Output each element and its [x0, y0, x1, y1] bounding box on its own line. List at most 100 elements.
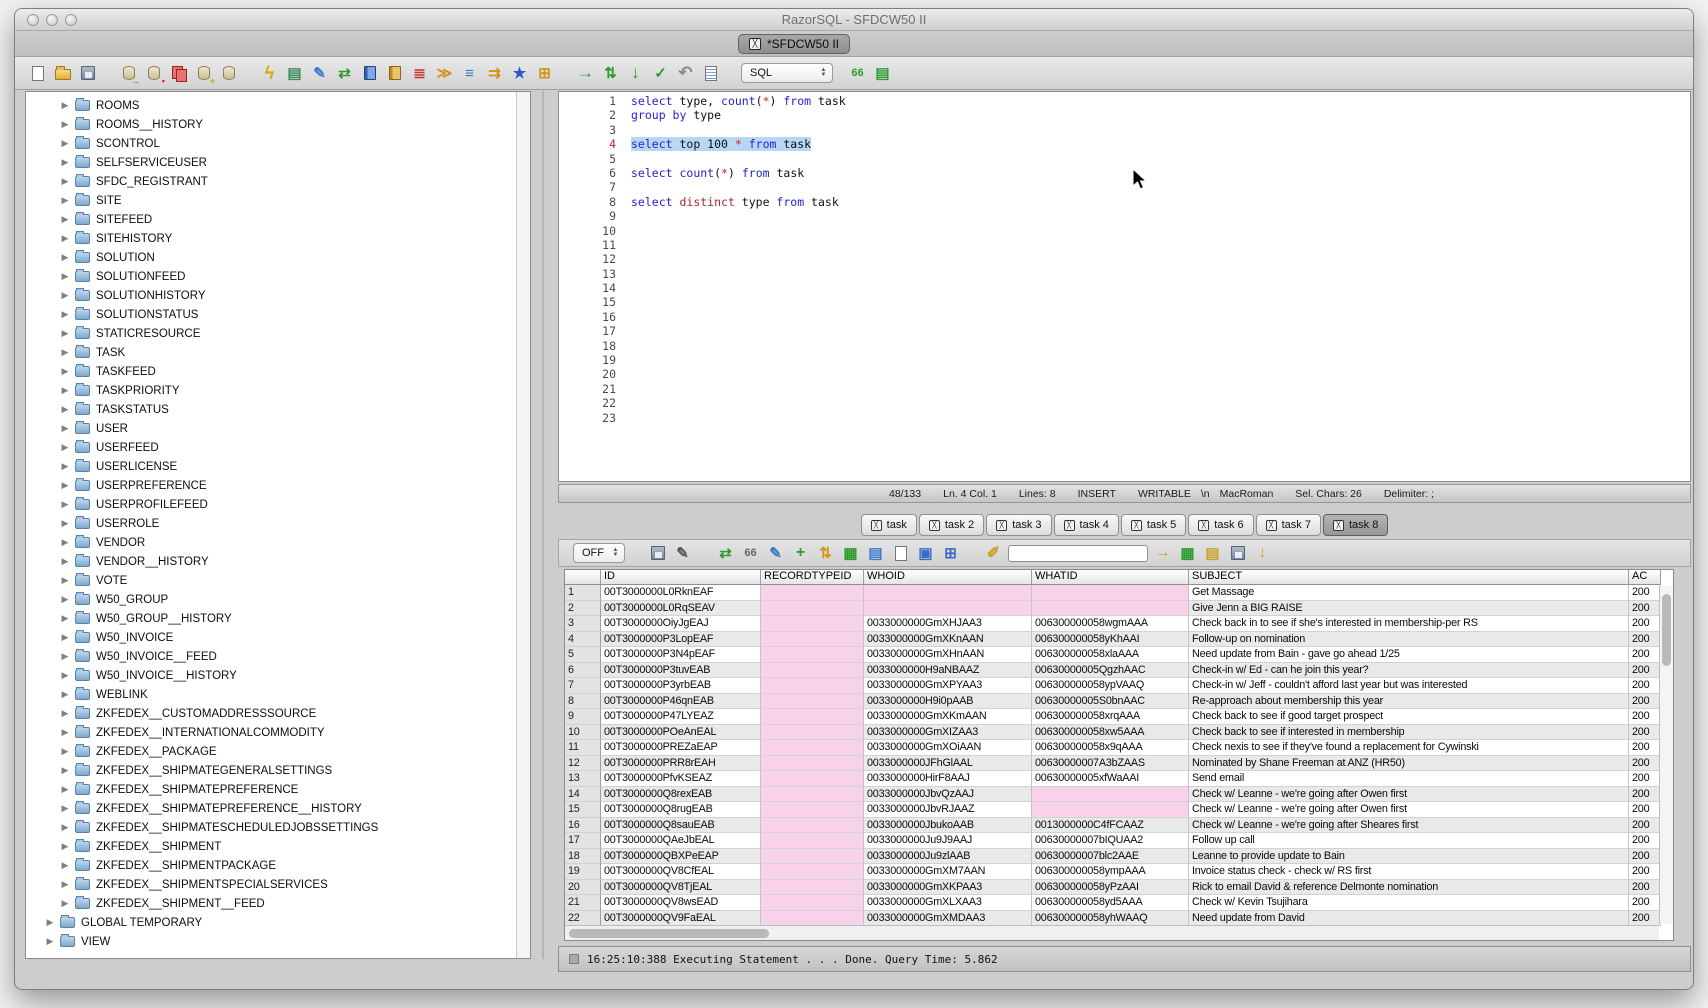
cell-whatid[interactable]: 00630000005xfWaAAI: [1032, 771, 1189, 787]
table-row[interactable]: 1400T3000000Q8rexEAB0033000000JbvQzAAJCh…: [565, 787, 1673, 803]
cell-ac[interactable]: 200: [1629, 709, 1661, 725]
cell-subject[interactable]: Check back in to see if she's interested…: [1189, 616, 1629, 632]
view-record-icon[interactable]: [890, 543, 911, 564]
cell-whatid[interactable]: 006300000058ympAAA: [1032, 864, 1189, 880]
cell-ac[interactable]: 200: [1629, 663, 1661, 679]
commit-icon[interactable]: ✓: [650, 63, 671, 84]
row-list-icon[interactable]: ≣: [409, 63, 430, 84]
import-rows-icon[interactable]: ▦: [1177, 543, 1198, 564]
cell-recordtypeid[interactable]: [761, 740, 864, 756]
cell-whatid[interactable]: 006300000058yd5AAA: [1032, 895, 1189, 911]
cell-subject[interactable]: Check-in w/ Ed - can he join this year?: [1189, 663, 1629, 679]
cell-recordtypeid[interactable]: [761, 585, 864, 601]
cell-whatid[interactable]: 006300000058x9qAAA: [1032, 740, 1189, 756]
table-row[interactable]: 800T3000000P46qnEAB0033000000H9i0pAAB006…: [565, 694, 1673, 710]
cell-subject[interactable]: Check w/ Kevin Tsujihara: [1189, 895, 1629, 911]
cell-id[interactable]: 00T3000000P3LopEAF: [601, 632, 761, 648]
row-number-cell[interactable]: 22: [565, 911, 601, 927]
tree-item-w50-group[interactable]: ▶W50_GROUP: [26, 590, 516, 609]
save-file-icon[interactable]: [77, 63, 98, 84]
disclosure-triangle-icon[interactable]: ▶: [59, 366, 71, 377]
cell-ac[interactable]: 200: [1629, 585, 1661, 601]
row-number-cell[interactable]: 10: [565, 725, 601, 741]
table-row[interactable]: 200T3000000L0RqSEAVGive Jenn a BIG RAISE…: [565, 601, 1673, 617]
row-number-cell[interactable]: 6: [565, 663, 601, 679]
table-row[interactable]: 400T3000000P3LopEAF0033000000GmXKnAAN006…: [565, 632, 1673, 648]
cell-whoid[interactable]: 0033000000GmXM7AAN: [864, 864, 1032, 880]
open-file-icon[interactable]: [52, 63, 73, 84]
row-number-cell[interactable]: 11: [565, 740, 601, 756]
toggle-direction-icon[interactable]: ⇅: [600, 63, 621, 84]
cell-whoid[interactable]: 0033000000H9i0pAAB: [864, 694, 1032, 710]
cell-whoid[interactable]: 0033000000GmXOiAAN: [864, 740, 1032, 756]
row-number-cell[interactable]: 1: [565, 585, 601, 601]
cell-recordtypeid[interactable]: [761, 647, 864, 663]
cell-whatid[interactable]: 006300000058xrqAAA: [1032, 709, 1189, 725]
cell-subject[interactable]: Follow up call: [1189, 833, 1629, 849]
minimize-button[interactable]: [46, 14, 58, 26]
code-line[interactable]: select count(*) from task​: [631, 166, 846, 180]
tab-close-icon[interactable]: ╳: [996, 520, 1007, 531]
save-grid-icon[interactable]: [1227, 543, 1248, 564]
cell-whoid[interactable]: 0033000000JbvRJAAZ: [864, 802, 1032, 818]
table-row[interactable]: 1600T3000000Q8sauEAB0033000000JbukoAAB00…: [565, 818, 1673, 834]
disclosure-triangle-icon[interactable]: ▶: [59, 746, 71, 757]
disclosure-triangle-icon[interactable]: ▶: [59, 670, 71, 681]
code-line[interactable]: ​: [631, 238, 846, 252]
tab-close-icon[interactable]: ╳: [871, 520, 882, 531]
result-tab-task-6[interactable]: ╳task 6: [1188, 514, 1253, 536]
row-number-cell[interactable]: 8: [565, 694, 601, 710]
save-results-icon[interactable]: [647, 543, 668, 564]
cell-ac[interactable]: 200: [1629, 771, 1661, 787]
disclosure-triangle-icon[interactable]: ▶: [59, 784, 71, 795]
disclosure-triangle-icon[interactable]: ▶: [59, 233, 71, 244]
cell-subject[interactable]: Check back to see if good target prospec…: [1189, 709, 1629, 725]
cell-whoid[interactable]: 0033000000GmXKnAAN: [864, 632, 1032, 648]
cell-ac[interactable]: 200: [1629, 647, 1661, 663]
row-number-cell[interactable]: 14: [565, 787, 601, 803]
download-rows-icon[interactable]: ↓: [1252, 543, 1273, 564]
cell-recordtypeid[interactable]: [761, 864, 864, 880]
cell-subject[interactable]: Check w/ Leanne - we're going after Owen…: [1189, 787, 1629, 803]
cell-id[interactable]: 00T3000000QAeJbEAL: [601, 833, 761, 849]
cell-id[interactable]: 00T3000000QV8wsEAD: [601, 895, 761, 911]
tree-item-vote[interactable]: ▶VOTE: [26, 571, 516, 590]
tree-scrollbar[interactable]: [516, 92, 530, 958]
sql-mode-select[interactable]: SQL ▲▼: [741, 63, 833, 83]
flag-object-icon[interactable]: ▪: [143, 63, 164, 84]
tree-item-zkfedex-shipmatepreference[interactable]: ▶ZKFEDEX__SHIPMATEPREFERENCE: [26, 780, 516, 799]
edit-table-icon[interactable]: ✎: [309, 63, 330, 84]
cell-ac[interactable]: 200: [1629, 818, 1661, 834]
tree-item-sitefeed[interactable]: ▶SITEFEED: [26, 210, 516, 229]
tree-item-zkfedex-shipment-feed[interactable]: ▶ZKFEDEX__SHIPMENT__FEED: [26, 894, 516, 913]
code-line[interactable]: ​: [631, 180, 846, 194]
sort-rows-icon[interactable]: ⇅: [815, 543, 836, 564]
disclosure-triangle-icon[interactable]: ▶: [59, 537, 71, 548]
cell-id[interactable]: 00T3000000PfvKSEAZ: [601, 771, 761, 787]
disclosure-triangle-icon[interactable]: ▶: [59, 442, 71, 453]
tree-item-zkfedex-shipmatescheduledjobssettings[interactable]: ▶ZKFEDEX__SHIPMATESCHEDULEDJOBSSETTINGS: [26, 818, 516, 837]
cell-id[interactable]: 00T3000000P3yrbEAB: [601, 678, 761, 694]
tree-item-w50-group-history[interactable]: ▶W50_GROUP__HISTORY: [26, 609, 516, 628]
table-row[interactable]: 900T3000000P47LYEAZ0033000000GmXKmAAN006…: [565, 709, 1673, 725]
disclosure-triangle-icon[interactable]: ▶: [59, 309, 71, 320]
disclosure-triangle-icon[interactable]: ▶: [59, 157, 71, 168]
cell-whatid[interactable]: [1032, 787, 1189, 803]
cell-whoid[interactable]: 0033000000HirF8AAJ: [864, 771, 1032, 787]
filter-rows-icon[interactable]: ≫: [434, 63, 455, 84]
tree-item-userfeed[interactable]: ▶USERFEED: [26, 438, 516, 457]
cell-id[interactable]: 00T3000000L0RknEAF: [601, 585, 761, 601]
tree-item-taskstatus[interactable]: ▶TASKSTATUS: [26, 400, 516, 419]
code-line[interactable]: select type, count(*) from task​: [631, 94, 846, 108]
cell-whoid[interactable]: 0033000000JbukoAAB: [864, 818, 1032, 834]
disclosure-triangle-icon[interactable]: ▶: [59, 822, 71, 833]
describe-table-icon[interactable]: ▤: [284, 63, 305, 84]
choose-columns-icon[interactable]: ▤: [865, 543, 886, 564]
cell-whoid[interactable]: 0033000000Ju9zlAAB: [864, 849, 1032, 865]
tree-item-rooms-history[interactable]: ▶ROOMS__HISTORY: [26, 115, 516, 134]
tree-item-solutionhistory[interactable]: ▶SOLUTIONHISTORY: [26, 286, 516, 305]
row-number-cell[interactable]: 12: [565, 756, 601, 772]
disclosure-triangle-icon[interactable]: ▶: [59, 385, 71, 396]
line-count-icon[interactable]: ▤: [872, 63, 893, 84]
result-tab-task-8[interactable]: ╳task 8: [1323, 514, 1388, 536]
